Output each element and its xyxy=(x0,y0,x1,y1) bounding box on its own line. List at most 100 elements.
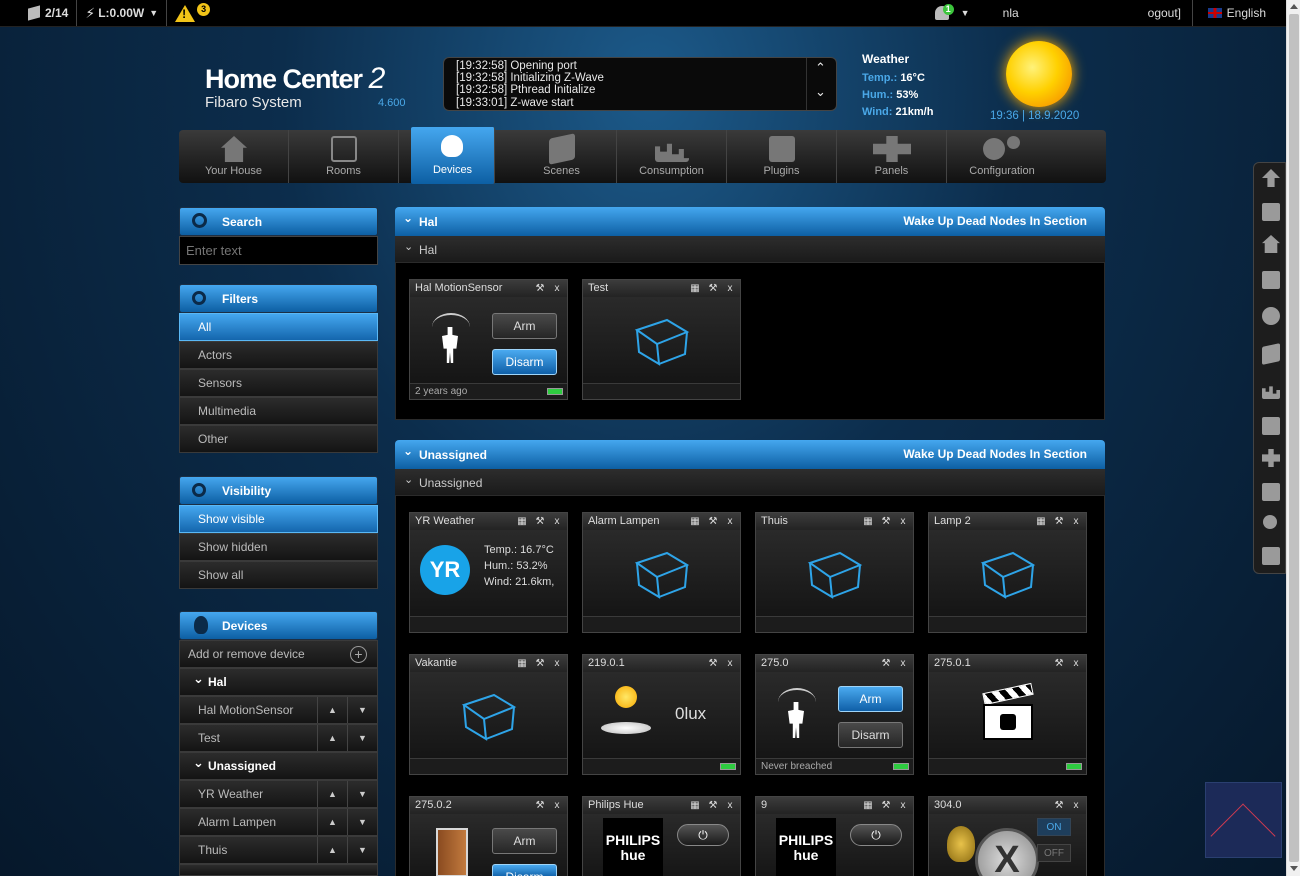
chevron-up-icon[interactable]: ⌃ xyxy=(815,61,826,74)
section-hal-header[interactable]: Hal Wake Up Dead Nodes In Section xyxy=(395,207,1105,236)
filter-sensors[interactable]: Sensors xyxy=(179,369,378,397)
wrench-icon[interactable]: ⚒ xyxy=(1052,657,1066,670)
tree-item[interactable]: Test ▲ ▼ xyxy=(179,724,378,752)
show-visible[interactable]: Show visible xyxy=(179,505,378,533)
clapper-icon[interactable] xyxy=(1262,343,1280,365)
expand-icon[interactable]: ▦ xyxy=(688,282,702,295)
wrench-icon[interactable]: ⚒ xyxy=(1052,799,1066,812)
arm-button[interactable]: Arm xyxy=(492,828,557,854)
bulb-icon[interactable] xyxy=(1262,307,1280,325)
disarm-button[interactable]: Disarm xyxy=(492,864,557,876)
card-body[interactable] xyxy=(929,530,1086,616)
nav-configuration[interactable]: Configuration xyxy=(947,130,1057,183)
nav-your-house[interactable]: Your House xyxy=(179,130,289,183)
chart-icon[interactable] xyxy=(1262,386,1280,399)
wrench-icon[interactable]: ⚒ xyxy=(706,515,720,528)
card-body[interactable] xyxy=(410,672,567,758)
close-icon[interactable]: x xyxy=(896,799,910,812)
subsection-hal[interactable]: Hal xyxy=(395,236,1105,262)
wrench-icon[interactable]: ⚒ xyxy=(533,515,547,528)
scroll-down-icon[interactable] xyxy=(1290,866,1298,871)
chevron-down-icon[interactable]: ⌄ xyxy=(815,85,826,98)
rooms-icon[interactable] xyxy=(1262,271,1280,289)
nav-rooms[interactable]: Rooms xyxy=(289,130,399,183)
off-button[interactable]: OFF xyxy=(1037,844,1071,862)
move-up-icon[interactable]: ▲ xyxy=(317,809,347,835)
close-icon[interactable]: x xyxy=(723,657,737,670)
tree-group-hal[interactable]: Hal xyxy=(179,668,378,696)
tree-item[interactable]: Hal MotionSensor ▲ ▼ xyxy=(179,696,378,724)
notes-icon[interactable] xyxy=(1262,483,1280,501)
nav-devices[interactable]: Devices xyxy=(411,127,495,184)
wrench-icon[interactable]: ⚒ xyxy=(706,657,720,670)
move-down-icon[interactable]: ▼ xyxy=(347,781,377,807)
arrow-up-icon[interactable] xyxy=(1262,169,1280,187)
on-button[interactable]: ON xyxy=(1037,818,1071,836)
wrench-icon[interactable]: ⚒ xyxy=(533,282,547,295)
expand-icon[interactable]: ▦ xyxy=(515,515,529,528)
nav-plugins[interactable]: Plugins xyxy=(727,130,837,183)
wake-up-dead-nodes-button[interactable]: Wake Up Dead Nodes In Section xyxy=(903,447,1087,461)
tree-item[interactable]: Thuis ▲ ▼ xyxy=(179,836,378,864)
close-icon[interactable]: x xyxy=(723,799,737,812)
card-body[interactable] xyxy=(756,530,913,616)
plugin-icon[interactable] xyxy=(1262,417,1280,435)
puzzle-icon[interactable] xyxy=(1262,449,1280,467)
close-icon[interactable]: x xyxy=(1069,515,1083,528)
expand-icon[interactable]: ▦ xyxy=(1034,515,1048,528)
close-icon[interactable]: x xyxy=(550,799,564,812)
move-up-icon[interactable]: ▲ xyxy=(317,697,347,723)
expand-icon[interactable]: ▦ xyxy=(861,515,875,528)
subsection-unassigned[interactable]: Unassigned xyxy=(395,469,1105,495)
nav-scenes[interactable]: Scenes xyxy=(507,130,617,183)
close-icon[interactable]: x xyxy=(723,515,737,528)
disarm-button[interactable]: Disarm xyxy=(492,349,557,375)
wrench-icon[interactable]: ⚒ xyxy=(879,515,893,528)
power-status[interactable]: ⚡ L:0.00W ▼ xyxy=(77,0,168,26)
section-unassigned-header[interactable]: Unassigned Wake Up Dead Nodes In Section xyxy=(395,440,1105,469)
expand-icon[interactable]: ▦ xyxy=(688,515,702,528)
user-menu[interactable]: 1 ▼ xyxy=(929,0,1003,26)
scroll-up-icon[interactable] xyxy=(1290,4,1298,9)
move-up-icon[interactable]: ▲ xyxy=(317,781,347,807)
warnings-status[interactable]: 3 xyxy=(167,0,218,26)
wrench-icon[interactable]: ⚒ xyxy=(706,799,720,812)
filter-all[interactable]: All xyxy=(179,313,378,341)
logout-link[interactable]: ogout] xyxy=(1148,0,1193,26)
add-remove-device[interactable]: Add or remove device + xyxy=(179,640,378,668)
wake-up-dead-nodes-button[interactable]: Wake Up Dead Nodes In Section xyxy=(903,214,1087,228)
expand-icon[interactable]: ▦ xyxy=(861,799,875,812)
nav-consumption[interactable]: Consumption xyxy=(617,130,727,183)
save-icon[interactable] xyxy=(1262,203,1280,221)
wrench-icon[interactable]: ⚒ xyxy=(879,799,893,812)
page-scrollbar[interactable] xyxy=(1286,0,1300,876)
filter-actors[interactable]: Actors xyxy=(179,341,378,369)
tree-group-unassigned[interactable]: Unassigned xyxy=(179,752,378,780)
logo[interactable]: Home Center 2 xyxy=(205,62,385,96)
close-icon[interactable]: x xyxy=(1069,799,1083,812)
close-icon[interactable]: x xyxy=(896,515,910,528)
filter-multimedia[interactable]: Multimedia xyxy=(179,397,378,425)
wrench-icon[interactable]: ⚒ xyxy=(879,657,893,670)
expand-icon[interactable]: ▦ xyxy=(515,657,529,670)
close-icon[interactable]: x xyxy=(550,282,564,295)
show-all[interactable]: Show all xyxy=(179,561,378,589)
wrench-icon[interactable]: ⚒ xyxy=(533,799,547,812)
scrollbar-thumb[interactable] xyxy=(1289,14,1299,862)
nav-panels[interactable]: Panels xyxy=(837,130,947,183)
card-body[interactable] xyxy=(583,297,740,383)
wrench-icon[interactable]: ⚒ xyxy=(533,657,547,670)
expand-icon[interactable]: ▦ xyxy=(688,799,702,812)
wrench-icon[interactable]: ⚒ xyxy=(706,282,720,295)
gear-icon[interactable] xyxy=(1263,515,1277,529)
close-icon[interactable]: x xyxy=(896,657,910,670)
move-down-icon[interactable]: ▼ xyxy=(347,697,377,723)
card-body[interactable] xyxy=(583,530,740,616)
move-up-icon[interactable]: ▲ xyxy=(317,725,347,751)
close-icon[interactable]: x xyxy=(550,657,564,670)
move-up-icon[interactable]: ▲ xyxy=(317,837,347,863)
logout-icon[interactable] xyxy=(1262,547,1280,565)
move-down-icon[interactable]: ▼ xyxy=(347,837,377,863)
tree-item[interactable]: Alarm Lampen ▲ ▼ xyxy=(179,808,378,836)
power-toggle-button[interactable]: ⏻ xyxy=(850,824,902,846)
